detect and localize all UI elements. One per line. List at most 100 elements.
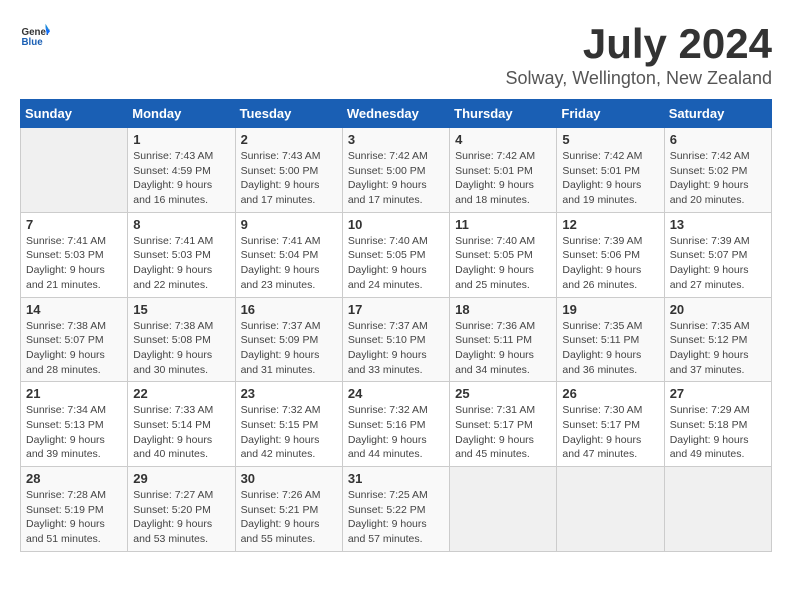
day-info: Sunrise: 7:33 AM Sunset: 5:14 PM Dayligh… xyxy=(133,403,229,462)
day-info: Sunrise: 7:36 AM Sunset: 5:11 PM Dayligh… xyxy=(455,319,551,378)
day-info: Sunrise: 7:42 AM Sunset: 5:01 PM Dayligh… xyxy=(562,149,658,208)
day-info: Sunrise: 7:43 AM Sunset: 4:59 PM Dayligh… xyxy=(133,149,229,208)
day-info: Sunrise: 7:29 AM Sunset: 5:18 PM Dayligh… xyxy=(670,403,766,462)
weekday-header-cell: Sunday xyxy=(21,100,128,128)
day-info: Sunrise: 7:38 AM Sunset: 5:07 PM Dayligh… xyxy=(26,319,122,378)
day-info: Sunrise: 7:35 AM Sunset: 5:11 PM Dayligh… xyxy=(562,319,658,378)
day-info: Sunrise: 7:39 AM Sunset: 5:06 PM Dayligh… xyxy=(562,234,658,293)
weekday-header-row: SundayMondayTuesdayWednesdayThursdayFrid… xyxy=(21,100,772,128)
day-number: 24 xyxy=(348,386,444,401)
day-info: Sunrise: 7:32 AM Sunset: 5:16 PM Dayligh… xyxy=(348,403,444,462)
day-number: 10 xyxy=(348,217,444,232)
calendar-cell: 24 Sunrise: 7:32 AM Sunset: 5:16 PM Dayli… xyxy=(342,382,449,467)
calendar-cell: 11 Sunrise: 7:40 AM Sunset: 5:05 PM Dayli… xyxy=(450,212,557,297)
day-number: 22 xyxy=(133,386,229,401)
calendar-cell: 27 Sunrise: 7:29 AM Sunset: 5:18 PM Dayli… xyxy=(664,382,771,467)
weekday-header-cell: Thursday xyxy=(450,100,557,128)
calendar-cell: 18Sunrise: 7:36 AM Sunset: 5:11 PM Dayli… xyxy=(450,297,557,382)
day-info: Sunrise: 7:27 AM Sunset: 5:20 PM Dayligh… xyxy=(133,488,229,547)
day-info: Sunrise: 7:42 AM Sunset: 5:00 PM Dayligh… xyxy=(348,149,444,208)
calendar-cell: 3 Sunrise: 7:42 AM Sunset: 5:00 PM Daylig… xyxy=(342,128,449,213)
calendar-cell: 22 Sunrise: 7:33 AM Sunset: 5:14 PM Dayli… xyxy=(128,382,235,467)
day-info: Sunrise: 7:30 AM Sunset: 5:17 PM Dayligh… xyxy=(562,403,658,462)
calendar-cell: 12Sunrise: 7:39 AM Sunset: 5:06 PM Dayli… xyxy=(557,212,664,297)
calendar-cell: 26Sunrise: 7:30 AM Sunset: 5:17 PM Dayli… xyxy=(557,382,664,467)
calendar-cell: 23Sunrise: 7:32 AM Sunset: 5:15 PM Dayli… xyxy=(235,382,342,467)
day-number: 29 xyxy=(133,471,229,486)
page-header: General Blue July 2024 Solway, Wellingto… xyxy=(20,20,772,89)
weekday-header-cell: Tuesday xyxy=(235,100,342,128)
calendar-cell: 2 Sunrise: 7:43 AM Sunset: 5:00 PM Daylig… xyxy=(235,128,342,213)
calendar-cell: 29 Sunrise: 7:27 AM Sunset: 5:20 PM Dayli… xyxy=(128,467,235,552)
calendar-cell: 7 Sunrise: 7:41 AM Sunset: 5:03 PM Daylig… xyxy=(21,212,128,297)
day-info: Sunrise: 7:35 AM Sunset: 5:12 PM Dayligh… xyxy=(670,319,766,378)
month-title: July 2024 xyxy=(506,20,772,68)
calendar-cell: 1 Sunrise: 7:43 AM Sunset: 4:59 PM Daylig… xyxy=(128,128,235,213)
calendar-cell: 4 Sunrise: 7:42 AM Sunset: 5:01 PM Daylig… xyxy=(450,128,557,213)
calendar-cell: 16 Sunrise: 7:37 AM Sunset: 5:09 PM Dayli… xyxy=(235,297,342,382)
day-number: 9 xyxy=(241,217,337,232)
day-number: 1 xyxy=(133,132,229,147)
day-number: 8 xyxy=(133,217,229,232)
day-number: 5 xyxy=(562,132,658,147)
calendar-week-row: 7 Sunrise: 7:41 AM Sunset: 5:03 PM Daylig… xyxy=(21,212,772,297)
calendar-cell xyxy=(557,467,664,552)
day-info: Sunrise: 7:41 AM Sunset: 5:03 PM Dayligh… xyxy=(26,234,122,293)
calendar-week-row: 1 Sunrise: 7:43 AM Sunset: 4:59 PM Daylig… xyxy=(21,128,772,213)
day-number: 19 xyxy=(562,302,658,317)
calendar-cell: 25Sunrise: 7:31 AM Sunset: 5:17 PM Dayli… xyxy=(450,382,557,467)
day-info: Sunrise: 7:34 AM Sunset: 5:13 PM Dayligh… xyxy=(26,403,122,462)
day-number: 16 xyxy=(241,302,337,317)
day-number: 31 xyxy=(348,471,444,486)
calendar-week-row: 21 Sunrise: 7:34 AM Sunset: 5:13 PM Dayli… xyxy=(21,382,772,467)
calendar-cell: 21 Sunrise: 7:34 AM Sunset: 5:13 PM Dayli… xyxy=(21,382,128,467)
calendar-cell: 15 Sunrise: 7:38 AM Sunset: 5:08 PM Dayli… xyxy=(128,297,235,382)
calendar-cell: 9 Sunrise: 7:41 AM Sunset: 5:04 PM Daylig… xyxy=(235,212,342,297)
calendar-cell: 13Sunrise: 7:39 AM Sunset: 5:07 PM Dayli… xyxy=(664,212,771,297)
day-number: 4 xyxy=(455,132,551,147)
weekday-header-cell: Friday xyxy=(557,100,664,128)
calendar-week-row: 14 Sunrise: 7:38 AM Sunset: 5:07 PM Dayli… xyxy=(21,297,772,382)
day-info: Sunrise: 7:40 AM Sunset: 5:05 PM Dayligh… xyxy=(455,234,551,293)
day-number: 23 xyxy=(241,386,337,401)
day-number: 11 xyxy=(455,217,551,232)
calendar-cell: 8Sunrise: 7:41 AM Sunset: 5:03 PM Daylig… xyxy=(128,212,235,297)
day-number: 30 xyxy=(241,471,337,486)
calendar-cell: 19 Sunrise: 7:35 AM Sunset: 5:11 PM Dayli… xyxy=(557,297,664,382)
calendar-body: 1 Sunrise: 7:43 AM Sunset: 4:59 PM Daylig… xyxy=(21,128,772,552)
day-info: Sunrise: 7:37 AM Sunset: 5:09 PM Dayligh… xyxy=(241,319,337,378)
calendar-cell: 17 Sunrise: 7:37 AM Sunset: 5:10 PM Dayli… xyxy=(342,297,449,382)
calendar-cell xyxy=(450,467,557,552)
day-info: Sunrise: 7:38 AM Sunset: 5:08 PM Dayligh… xyxy=(133,319,229,378)
day-info: Sunrise: 7:37 AM Sunset: 5:10 PM Dayligh… xyxy=(348,319,444,378)
calendar-cell: 10Sunrise: 7:40 AM Sunset: 5:05 PM Dayli… xyxy=(342,212,449,297)
day-info: Sunrise: 7:31 AM Sunset: 5:17 PM Dayligh… xyxy=(455,403,551,462)
calendar-cell: 6 Sunrise: 7:42 AM Sunset: 5:02 PM Daylig… xyxy=(664,128,771,213)
day-info: Sunrise: 7:26 AM Sunset: 5:21 PM Dayligh… xyxy=(241,488,337,547)
day-number: 28 xyxy=(26,471,122,486)
weekday-header-cell: Monday xyxy=(128,100,235,128)
day-number: 6 xyxy=(670,132,766,147)
location-title: Solway, Wellington, New Zealand xyxy=(506,68,772,89)
day-number: 7 xyxy=(26,217,122,232)
calendar-cell: 14 Sunrise: 7:38 AM Sunset: 5:07 PM Dayli… xyxy=(21,297,128,382)
calendar-cell: 5 Sunrise: 7:42 AM Sunset: 5:01 PM Daylig… xyxy=(557,128,664,213)
day-info: Sunrise: 7:39 AM Sunset: 5:07 PM Dayligh… xyxy=(670,234,766,293)
calendar-week-row: 28Sunrise: 7:28 AM Sunset: 5:19 PM Dayli… xyxy=(21,467,772,552)
day-number: 14 xyxy=(26,302,122,317)
day-number: 27 xyxy=(670,386,766,401)
calendar-cell: 30 Sunrise: 7:26 AM Sunset: 5:21 PM Dayli… xyxy=(235,467,342,552)
day-info: Sunrise: 7:41 AM Sunset: 5:04 PM Dayligh… xyxy=(241,234,337,293)
day-number: 3 xyxy=(348,132,444,147)
day-number: 17 xyxy=(348,302,444,317)
day-number: 21 xyxy=(26,386,122,401)
calendar-cell xyxy=(21,128,128,213)
day-number: 20 xyxy=(670,302,766,317)
calendar-cell: 28Sunrise: 7:28 AM Sunset: 5:19 PM Dayli… xyxy=(21,467,128,552)
day-info: Sunrise: 7:43 AM Sunset: 5:00 PM Dayligh… xyxy=(241,149,337,208)
day-number: 2 xyxy=(241,132,337,147)
day-info: Sunrise: 7:42 AM Sunset: 5:01 PM Dayligh… xyxy=(455,149,551,208)
day-number: 15 xyxy=(133,302,229,317)
day-info: Sunrise: 7:42 AM Sunset: 5:02 PM Dayligh… xyxy=(670,149,766,208)
logo: General Blue xyxy=(20,20,50,50)
